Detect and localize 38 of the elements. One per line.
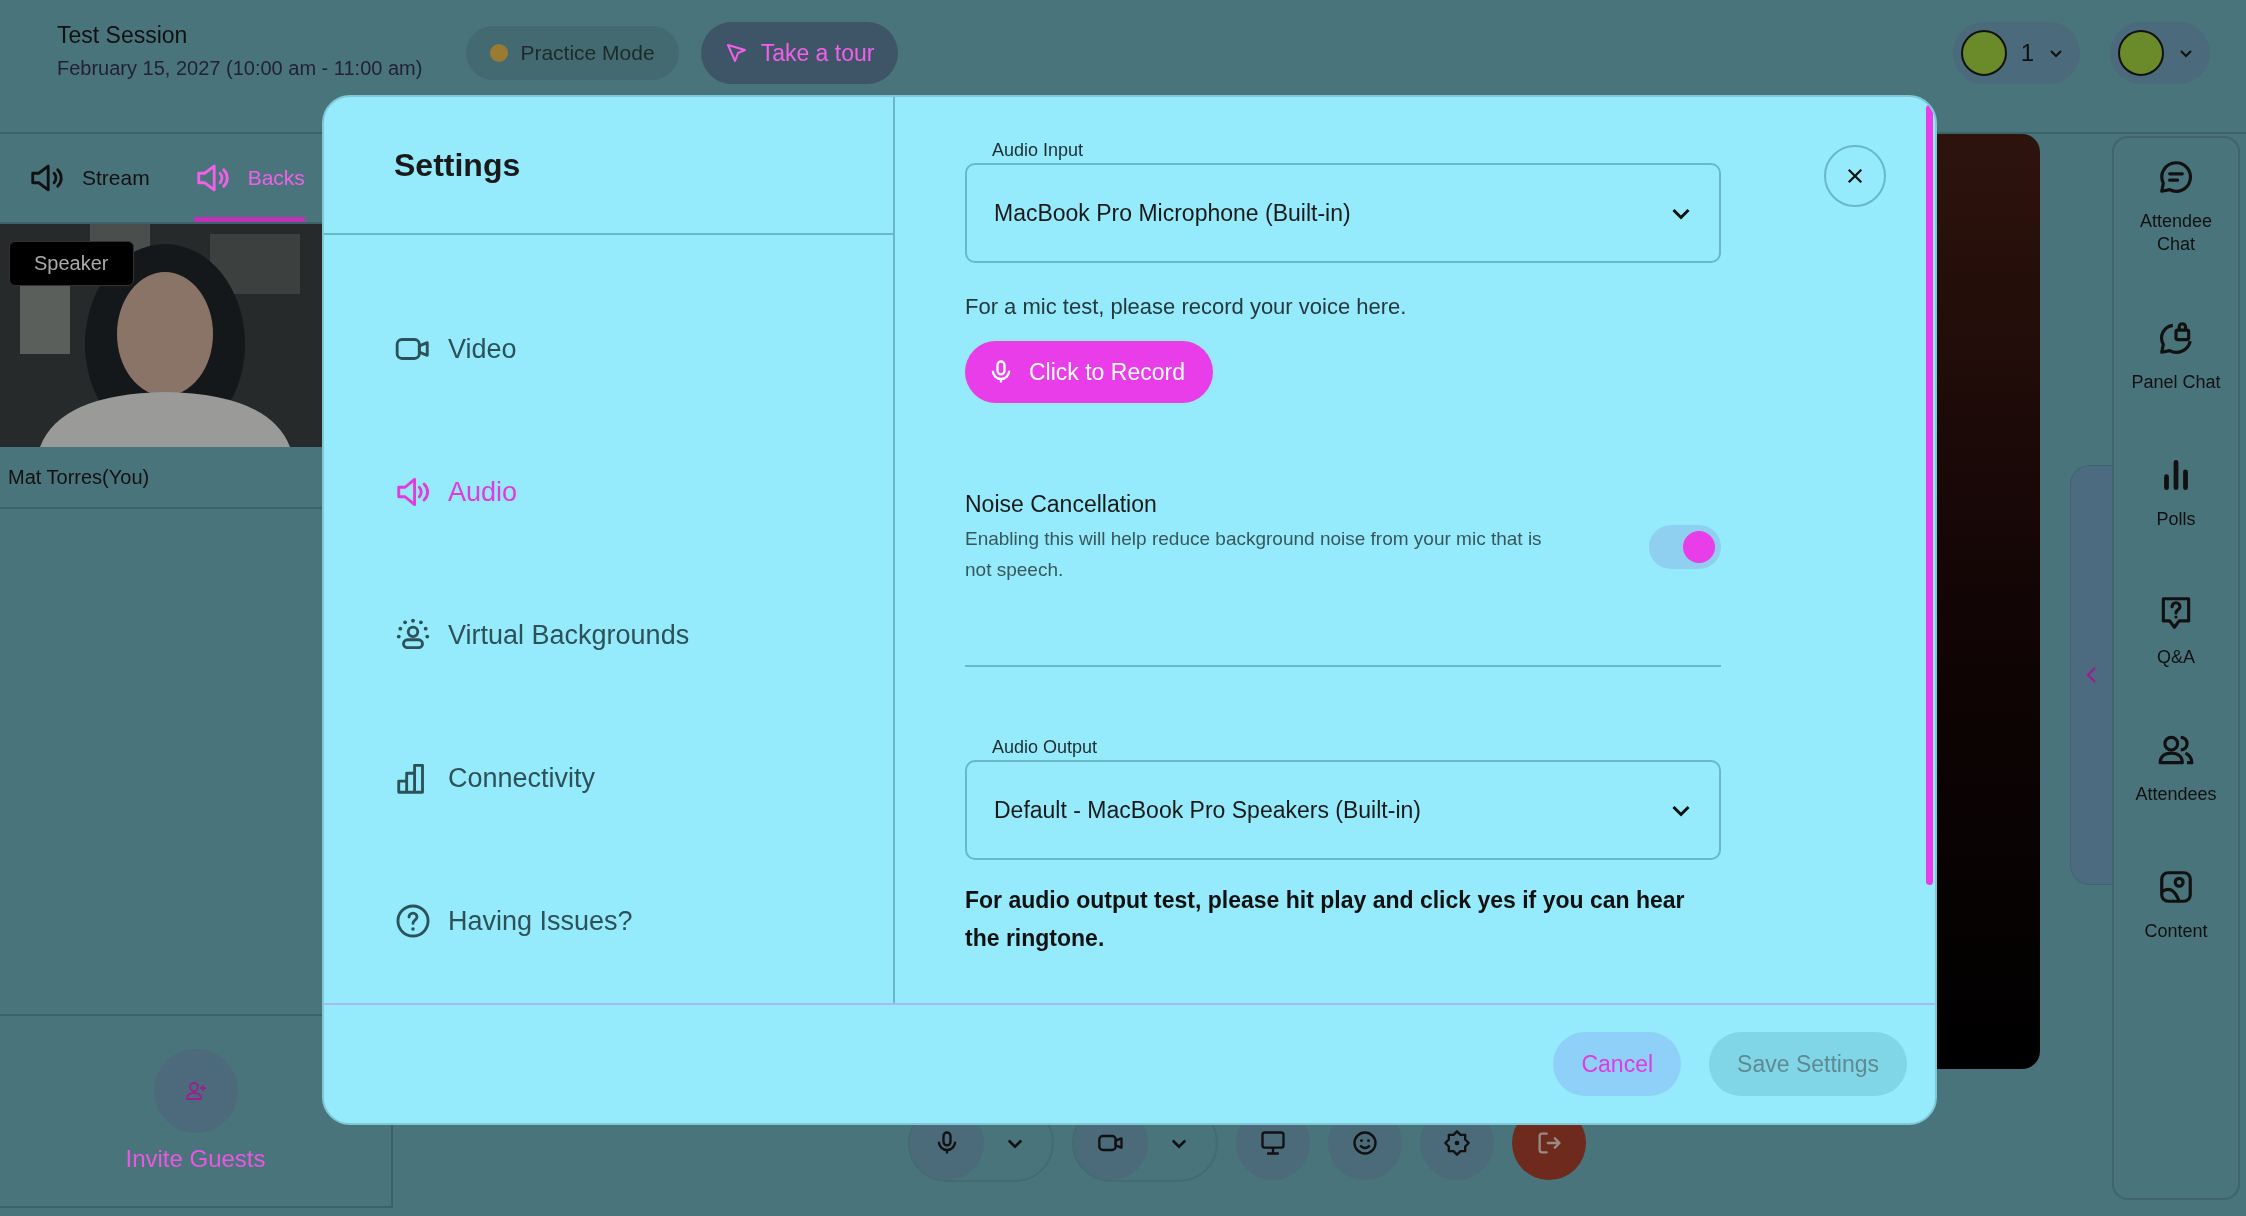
take-tour-button[interactable]: Take a tour: [700, 22, 899, 84]
chat-icon: [2157, 158, 2195, 196]
participants-button[interactable]: 1: [1952, 22, 2080, 84]
settings-icon: [1442, 1129, 1471, 1157]
avatar-icon: [2118, 30, 2164, 76]
settings-nav-item[interactable]: Video: [394, 325, 517, 373]
sidebar-item[interactable]: Q&A: [2114, 593, 2238, 669]
sidebar-item[interactable]: Content: [2114, 868, 2238, 944]
cursor-icon: [724, 41, 749, 65]
noise-cancellation-toggle[interactable]: [1649, 525, 1721, 570]
save-settings-button[interactable]: Save Settings: [1709, 1032, 1907, 1096]
record-button[interactable]: Click to Record: [965, 341, 1213, 404]
output-test-instructions: For audio output test, please hit play and click yes if you can hear the ringtone.: [965, 886, 1686, 953]
settings-nav-item[interactable]: Virtual Backgrounds: [394, 611, 690, 659]
settings-nav-item[interactable]: Connectivity: [394, 754, 596, 802]
sidebar-item[interactable]: Attendee Chat: [2114, 158, 2238, 257]
add-person-icon: [183, 1079, 208, 1103]
practice-mode-badge: Practice Mode: [466, 26, 679, 80]
monitor-icon: [1258, 1129, 1287, 1157]
sidebar-item[interactable]: Polls: [2114, 456, 2238, 532]
settings-nav-item[interactable]: Audio: [394, 468, 518, 516]
panel-tab[interactable]: Stream: [28, 134, 150, 222]
close-icon: [1845, 166, 1865, 186]
cancel-button[interactable]: Cancel: [1553, 1032, 1682, 1096]
help-icon: [394, 902, 432, 940]
smiley-icon: [1350, 1129, 1379, 1157]
noise-cancellation-title: Noise Cancellation: [965, 491, 1158, 519]
participant-name: Mat Torres(You): [8, 465, 150, 489]
settings-nav-item[interactable]: Having Issues?: [394, 897, 633, 945]
dialog-title: Settings: [394, 146, 521, 184]
noise-cancellation-description: Enabling this will help reduce background noise from your mic that is not speech.: [965, 527, 1543, 582]
session-title: Test Session: [57, 22, 189, 49]
session-date: February 15, 2027 (10:00 am - 11:00 am): [57, 57, 423, 80]
sidebar-item[interactable]: Panel Chat: [2114, 318, 2238, 395]
sidebar-item[interactable]: Attendees: [2114, 730, 2238, 807]
mic-test-instructions: For a mic test, please record your voice here.: [965, 293, 1408, 321]
avatar-icon: [1960, 30, 2007, 76]
speaker-label: Speaker: [9, 241, 134, 286]
